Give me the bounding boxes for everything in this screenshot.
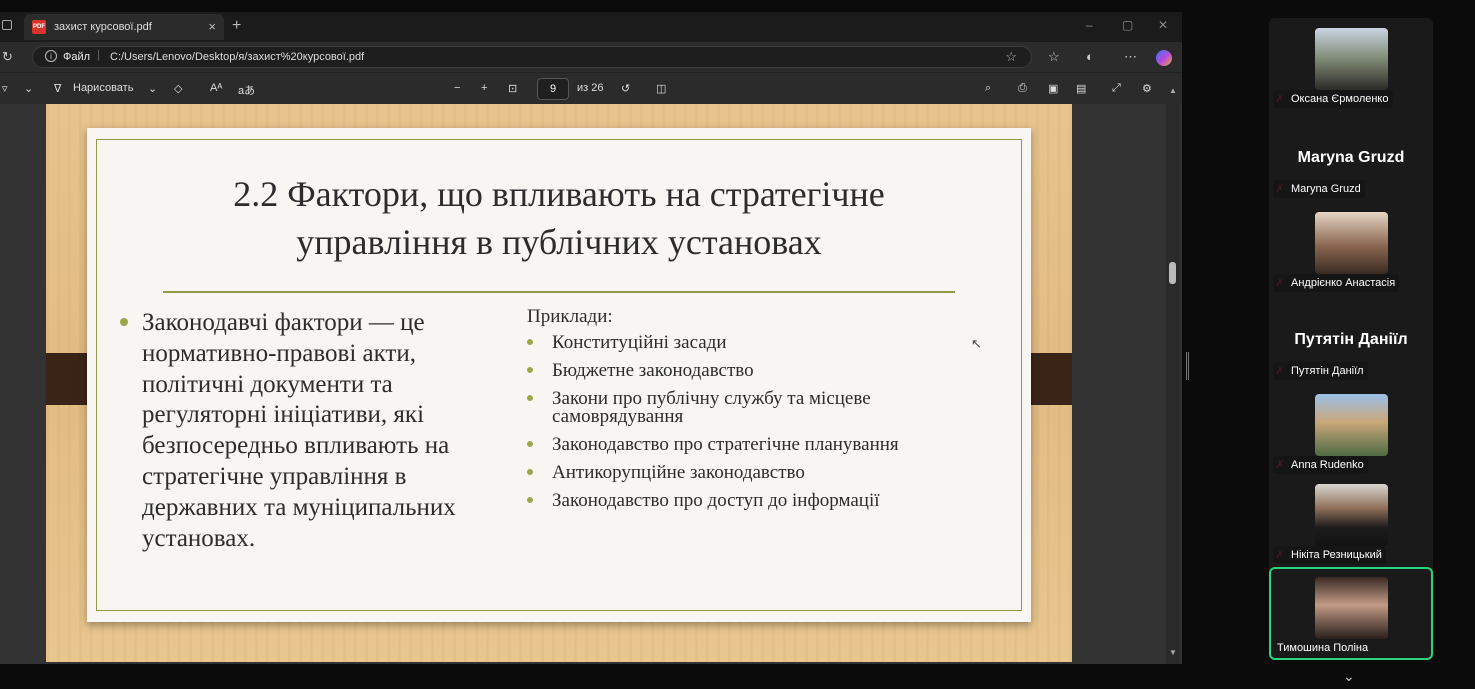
list-item: Закони про публічну службу та місцеве са…	[527, 389, 967, 426]
fullscreen-icon[interactable]: ⤢	[1112, 82, 1121, 95]
print-icon[interactable]: ⎙	[1018, 82, 1027, 95]
address-scheme: Файл	[63, 51, 91, 63]
tab-close-icon[interactable]: ×	[208, 19, 216, 34]
scroll-up-icon[interactable]: ▲	[1169, 86, 1177, 95]
eraser-icon[interactable]: ◇	[174, 82, 182, 95]
pdf-toolbar: ▿ ⌄ ∇ Нарисовать ⌄ ◇ Aᴬ аあ − + ⊡ 9 из 26…	[0, 72, 1182, 104]
vertical-scrollbar[interactable]: ▲ ▼	[1166, 86, 1180, 664]
bullet-dot	[527, 395, 533, 401]
examples-list: Конституційні засади Бюджетне законодавс…	[527, 333, 967, 520]
participant-name: Нікіта Резницький	[1273, 546, 1386, 564]
zoom-in-button[interactable]: +	[481, 82, 487, 94]
draw-dropdown-icon[interactable]: ⌄	[148, 82, 157, 95]
maximize-button[interactable]: ▢	[1122, 18, 1133, 32]
address-url: C:/Users/Lenovo/Desktop/я/захист%20курсо…	[110, 51, 365, 63]
sidebar-toggle-icon[interactable]	[2, 20, 12, 30]
save-icon[interactable]: ▣	[1048, 82, 1058, 95]
favorite-star-icon[interactable]: ☆	[1005, 49, 1017, 65]
slide-title: 2.2 Фактори, що впливають на стратегічне…	[87, 170, 1031, 266]
participant-name: Anna Rudenko	[1273, 456, 1368, 474]
participant-tile[interactable]: ✗ Anna Rudenko	[1269, 392, 1433, 479]
page-total: из 26	[577, 82, 604, 94]
bullet-dot	[527, 339, 533, 345]
draw-button[interactable]: Нарисовать	[73, 82, 133, 94]
scroll-down-icon[interactable]: ▼	[1169, 648, 1177, 657]
profile-icon[interactable]: ◐	[1086, 49, 1094, 64]
tab-pdf[interactable]: PDF захист курсової.pdf ×	[24, 14, 224, 40]
read-aloud-button[interactable]: Aᴬ	[210, 82, 222, 94]
active-speaker-tile[interactable]: Тимошина Поліна	[1269, 567, 1433, 660]
highlight-icon[interactable]: ▿	[2, 82, 8, 95]
copilot-icon[interactable]	[1156, 50, 1172, 66]
screen: PDF захист курсової.pdf × + – ▢ ✕ ↻ i Фа…	[0, 0, 1475, 689]
more-menu-icon[interactable]: ⋯	[1124, 49, 1137, 65]
participant-video	[1315, 394, 1388, 456]
tab-bar: PDF захист курсової.pdf × + – ▢ ✕	[0, 12, 1182, 42]
reload-icon[interactable]: ↻	[2, 49, 13, 65]
participant-display-name: Maryna Gruzd	[1297, 149, 1405, 166]
slide-title-line-2: управління в публічних установах	[296, 222, 822, 262]
participant-name: Maryna Gruzd	[1273, 180, 1365, 198]
slide-page: 2.2 Фактори, що впливають на стратегічне…	[46, 104, 1072, 662]
new-tab-button[interactable]: +	[232, 17, 241, 35]
fit-page-icon[interactable]: ⊡	[508, 82, 517, 95]
slide-paper: 2.2 Фактори, що впливають на стратегічне…	[87, 128, 1031, 622]
examples-heading: Приклади:	[527, 306, 613, 327]
slide-title-line-1: 2.2 Фактори, що впливають на стратегічне	[233, 174, 885, 214]
bullet-dot	[527, 497, 533, 503]
pdf-icon: PDF	[32, 20, 46, 34]
participant-name: Оксана Єрмоленко	[1273, 90, 1393, 108]
panel-resize-handle[interactable]	[1186, 352, 1189, 380]
participant-video	[1315, 577, 1388, 639]
browser-window: PDF захист курсової.pdf × + – ▢ ✕ ↻ i Фа…	[0, 12, 1182, 664]
participant-name: Путятін Даніїл	[1273, 362, 1368, 380]
address-separator: |	[97, 49, 100, 61]
bullet-dot	[120, 318, 128, 326]
info-icon[interactable]: i	[45, 50, 57, 62]
list-item: Конституційні засади	[527, 333, 967, 352]
save-as-icon[interactable]: ▤	[1076, 82, 1086, 95]
participant-display-name: Путятін Даніїл	[1294, 331, 1408, 348]
list-item: Законодавство про стратегічне планування	[527, 435, 967, 454]
settings-icon[interactable]: ⚙	[1142, 82, 1152, 95]
mouse-cursor-icon: ↖	[971, 336, 982, 351]
participant-tile[interactable]: ✗ Оксана Єрмоленко	[1269, 26, 1433, 113]
participant-video	[1315, 484, 1388, 546]
title-divider	[163, 291, 955, 293]
address-bar[interactable]: i Файл | C:/Users/Lenovo/Desktop/я/захис…	[32, 46, 1032, 68]
bullet-dot	[527, 367, 533, 373]
zoom-out-button[interactable]: −	[454, 82, 460, 94]
close-window-button[interactable]: ✕	[1158, 18, 1168, 32]
pdf-viewer: 2.2 Фактори, що впливають на стратегічне…	[0, 86, 1182, 664]
rotate-icon[interactable]: ↺	[621, 82, 630, 95]
participant-name: Андрієнко Анастасія	[1273, 274, 1400, 292]
search-icon[interactable]: ⌕	[985, 82, 991, 95]
participant-tile[interactable]: ✗ Андрієнко Анастасія	[1269, 208, 1433, 295]
tab-title: захист курсової.pdf	[54, 21, 152, 33]
chevron-down-icon[interactable]: ⌄	[1343, 668, 1355, 685]
list-item: Бюджетне законодавство	[527, 361, 967, 380]
bullet-dot	[527, 441, 533, 447]
favorites-icon[interactable]: ☆	[1048, 49, 1060, 65]
list-item: Антикорупційне законодавство	[527, 463, 967, 482]
address-row: ↻ i Файл | C:/Users/Lenovo/Desktop/я/зах…	[0, 42, 1182, 72]
participants-panel: ✗ Оксана Єрмоленко Maryna Gruzd ✗ Maryna…	[1269, 18, 1433, 660]
translate-button[interactable]: аあ	[238, 82, 255, 98]
participant-video	[1315, 212, 1388, 274]
minimize-button[interactable]: –	[1086, 18, 1093, 32]
participant-video	[1315, 28, 1388, 90]
bullet-dot	[527, 469, 533, 475]
draw-icon[interactable]: ∇	[54, 82, 61, 95]
scrollbar-thumb[interactable]	[1169, 262, 1176, 284]
participant-name: Тимошина Поліна	[1277, 642, 1369, 654]
list-item: Законодавство про доступ до інформації	[527, 491, 967, 510]
participant-tile[interactable]: ✗ Нікіта Резницький	[1269, 484, 1433, 571]
highlight-dropdown-icon[interactable]: ⌄	[24, 82, 33, 95]
page-number-input[interactable]: 9	[537, 78, 569, 100]
legislative-factors-text: Законодавчі фактори — це нормативно-прав…	[142, 309, 456, 552]
page-view-icon[interactable]: ◫	[656, 82, 666, 95]
